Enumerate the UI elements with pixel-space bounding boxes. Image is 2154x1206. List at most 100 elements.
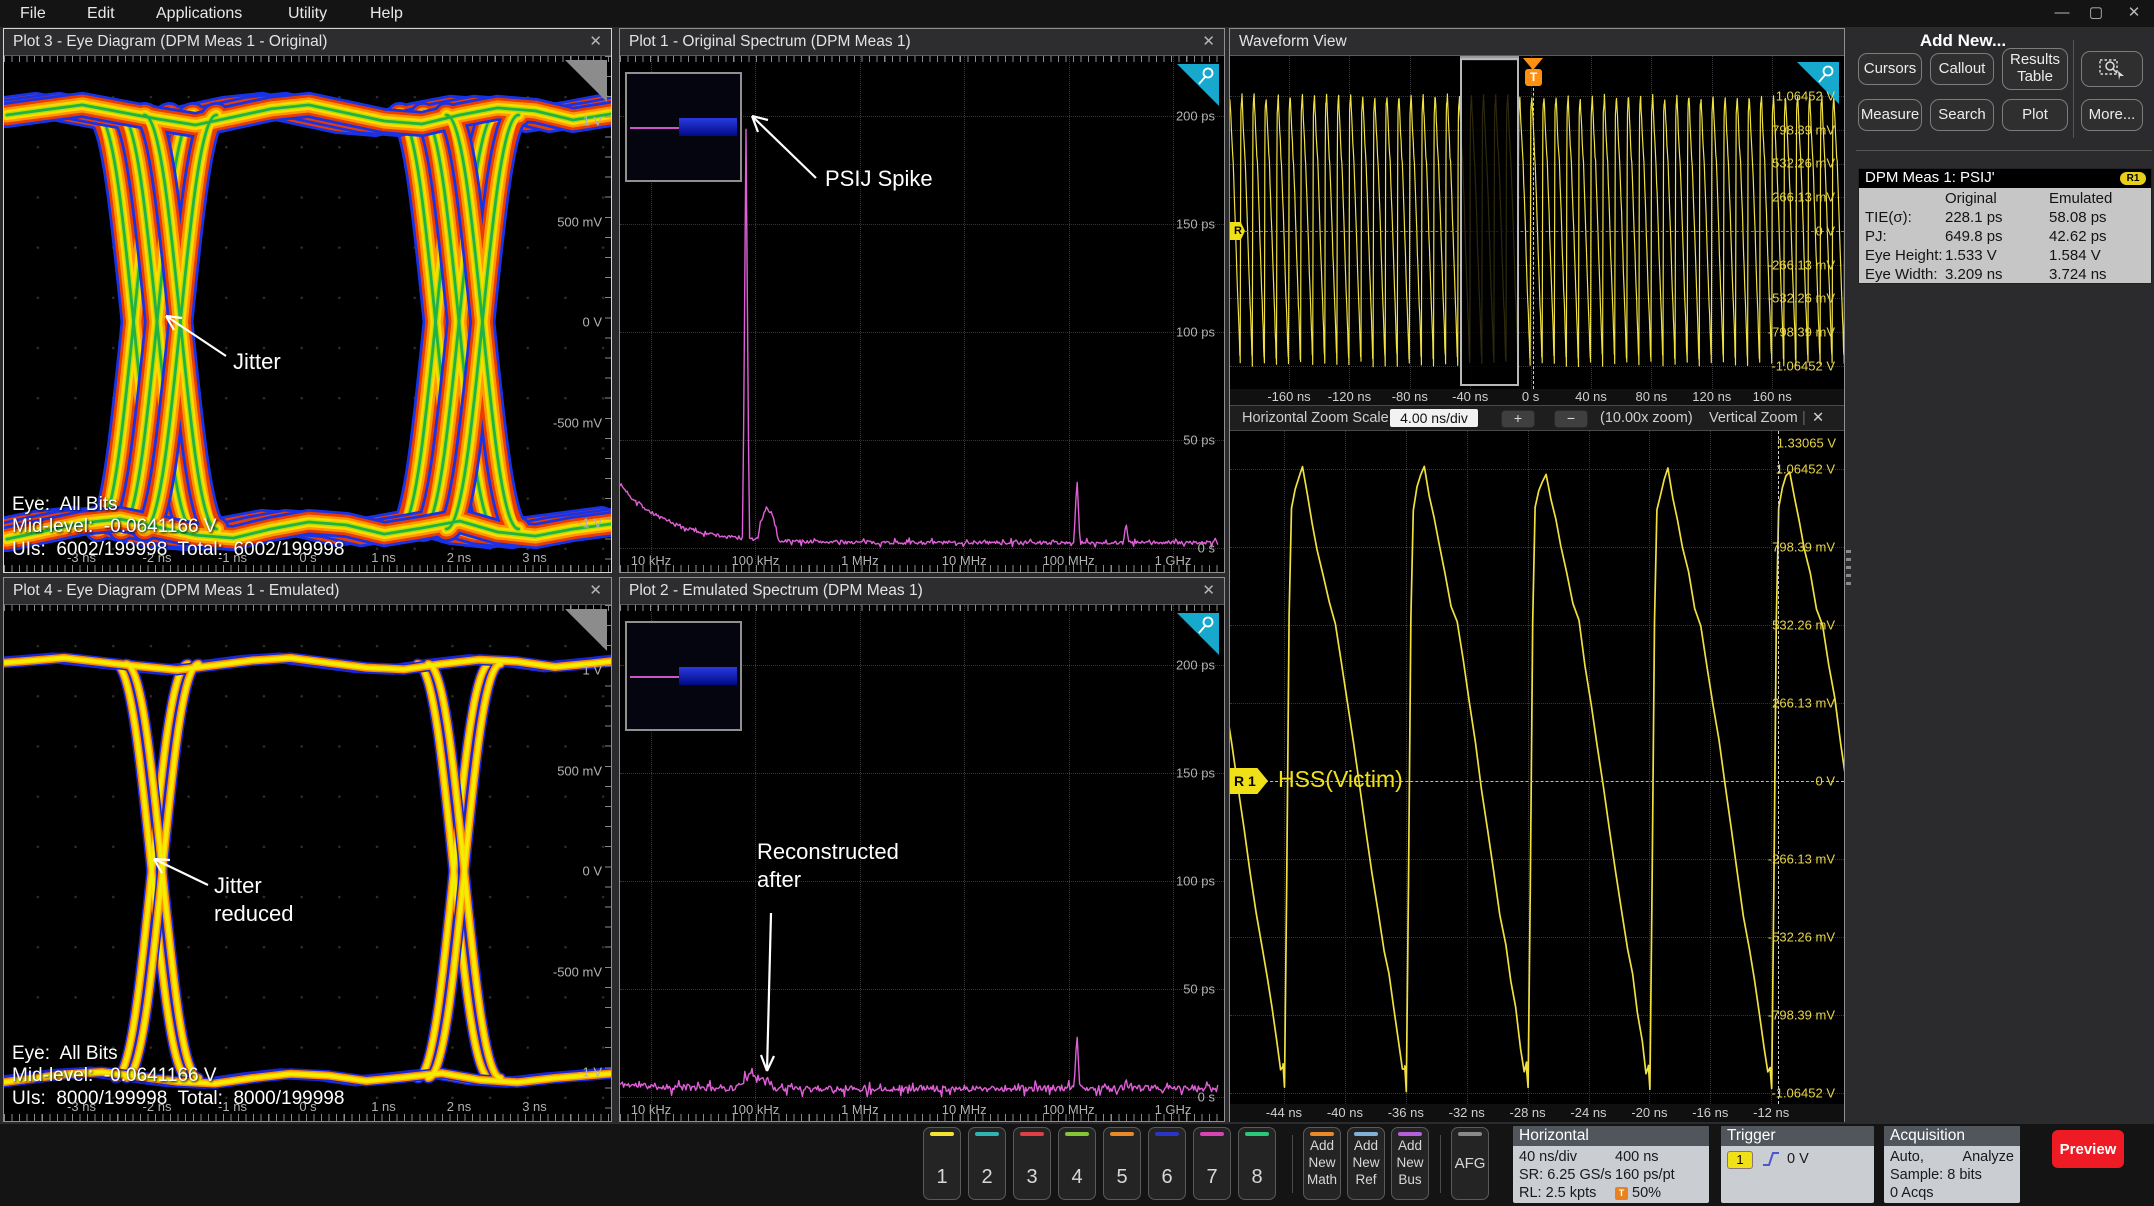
axis-tick-label: 1 ns <box>371 1099 396 1114</box>
menu-help[interactable]: Help <box>370 0 403 27</box>
zoom-out-button[interactable]: − <box>1554 410 1588 428</box>
add-cursors-button[interactable]: Cursors <box>1858 53 1922 85</box>
waveform-view-title-bar[interactable]: Waveform View <box>1230 29 1844 56</box>
plot1-close-icon[interactable]: ✕ <box>1202 29 1215 55</box>
axis-tick-label: 120 ns <box>1692 389 1731 404</box>
tick-comb <box>620 565 1224 572</box>
zoom-close-icon[interactable]: ✕ <box>1812 409 1824 427</box>
axis-tick-label: 10 kHz <box>631 1102 671 1117</box>
channel-7-button[interactable]: 7 <box>1193 1127 1231 1200</box>
col-header-original: Original <box>1945 189 1997 208</box>
channel-color-bar <box>1020 1132 1044 1136</box>
magnifier-icon <box>1195 67 1215 87</box>
axis-tick-label: -44 ns <box>1266 1105 1302 1120</box>
axis-tick-label: 0 V <box>1815 774 1835 789</box>
zoom-scale-input[interactable]: 4.00 ns/div <box>1390 409 1478 427</box>
axis-tick-label: 100 kHz <box>732 1102 780 1117</box>
axis-tick-label: -500 mV <box>553 964 602 979</box>
trigger-position: T 50% <box>1615 1185 1661 1201</box>
spectrum-thumbnail[interactable] <box>625 72 742 182</box>
menu-edit[interactable]: Edit <box>87 0 115 27</box>
waveform-overview[interactable]: T R 1.06452 V798.39 mV532.26 mV266.13 mV… <box>1230 56 1844 389</box>
channel-4-button[interactable]: 4 <box>1058 1127 1096 1200</box>
plot3-close-icon[interactable]: ✕ <box>589 29 602 55</box>
channel-8-button[interactable]: 8 <box>1238 1127 1276 1200</box>
eye-info-line: UIs: 8000/199998 Total: 8000/199998 <box>12 1088 344 1110</box>
preview-button[interactable]: Preview <box>2052 1130 2124 1168</box>
acquisition-analyze: Analyze <box>1962 1149 2014 1165</box>
add-plot-button[interactable]: Plot <box>2002 99 2068 131</box>
add-callout-button[interactable]: Callout <box>1930 53 1994 85</box>
channel-3-button[interactable]: 3 <box>1013 1127 1051 1200</box>
afg-button[interactable]: AFG <box>1451 1127 1489 1200</box>
divider <box>1856 150 2152 151</box>
add-new-ref-button[interactable]: Add New Ref <box>1347 1127 1385 1200</box>
channel-color-bar <box>1155 1132 1179 1136</box>
add-new-math-button[interactable]: Add New Math <box>1303 1127 1341 1200</box>
trigger-marker-icon[interactable]: T <box>1525 69 1542 86</box>
close-icon[interactable]: ✕ <box>2124 0 2144 27</box>
spectrum-thumbnail[interactable] <box>625 621 742 731</box>
zoom-select-button[interactable] <box>2081 51 2143 87</box>
plot4-close-icon[interactable]: ✕ <box>589 578 602 604</box>
channel-6-button[interactable]: 6 <box>1148 1127 1186 1200</box>
dpm-results-table[interactable]: DPM Meas 1: PSIJ' R1 Original Emulated T… <box>1858 168 2152 284</box>
zoom-window-selector[interactable] <box>1460 58 1519 386</box>
axis-tick-label: 150 ps <box>1176 217 1215 232</box>
plot3-title-bar[interactable]: Plot 3 - Eye Diagram (DPM Meas 1 - Origi… <box>4 29 611 56</box>
zoom-factor-label: (10.00x zoom) <box>1600 409 1693 427</box>
channel-color-bar <box>1065 1132 1089 1136</box>
acquisition-sample: Sample: 8 bits <box>1890 1167 1982 1183</box>
axis-tick-label: 0 s <box>1198 541 1215 556</box>
menu-applications[interactable]: Applications <box>156 0 242 27</box>
plot2-close-icon[interactable]: ✕ <box>1202 578 1215 604</box>
tick-comb <box>605 605 611 1121</box>
axis-tick-label: -798.39 mV <box>1768 324 1835 339</box>
axis-tick-label: -28 ns <box>1510 1105 1546 1120</box>
menu-bar: File Edit Applications Utility Help — ▢ … <box>0 0 2154 27</box>
menu-file[interactable]: File <box>20 0 46 27</box>
results-table-title-bar: DPM Meas 1: PSIJ' R1 <box>1859 169 2151 188</box>
tick-comb <box>620 605 1224 611</box>
horizontal-settings-panel[interactable]: Horizontal 40 ns/div 400 ns SR: 6.25 GS/… <box>1513 1126 1709 1203</box>
channel-2-button[interactable]: 2 <box>968 1127 1006 1200</box>
jitter-annotation: Jitter <box>233 349 281 375</box>
add-new-bus-button[interactable]: Add New Bus <box>1391 1127 1429 1200</box>
axis-tick-label: 3 ns <box>522 550 547 565</box>
minimize-icon[interactable]: — <box>2052 0 2072 27</box>
axis-tick-label: -32 ns <box>1449 1105 1485 1120</box>
plot1-title-bar[interactable]: Plot 1 - Original Spectrum (DPM Meas 1) <box>620 29 1224 56</box>
trigger-settings-panel[interactable]: Trigger 1 0 V <box>1721 1126 1874 1203</box>
acquisition-settings-panel[interactable]: Acquisition Auto, Analyze Sample: 8 bits… <box>1884 1126 2020 1203</box>
zoom-in-button[interactable]: + <box>1501 410 1535 428</box>
trigger-level: 0 V <box>1787 1151 1809 1167</box>
zoom-corner-icon[interactable] <box>565 609 607 651</box>
channel-5-button[interactable]: 5 <box>1103 1127 1141 1200</box>
plot2-title-bar[interactable]: Plot 2 - Emulated Spectrum (DPM Meas 1) <box>620 578 1224 605</box>
axis-tick-label: 160 ns <box>1753 389 1792 404</box>
add-search-button[interactable]: Search <box>1930 99 1994 131</box>
add-measure-button[interactable]: Measure <box>1858 99 1922 131</box>
panel-splitter-handle[interactable] <box>1846 550 1851 586</box>
plot4-title-bar[interactable]: Plot 4 - Eye Diagram (DPM Meas 1 - Emula… <box>4 578 611 605</box>
zoom-corner-icon[interactable] <box>565 60 607 102</box>
zoom-controls-bar: Horizontal Zoom Scale 4.00 ns/div + − (1… <box>1230 405 1844 431</box>
axis-tick-label: 50 ps <box>1183 982 1215 997</box>
add-results-table-button[interactable]: Results Table <box>2002 48 2068 90</box>
channel-1-button[interactable]: 1 <box>923 1127 961 1200</box>
waveform-zoomed[interactable]: R 1 HSS(Victim) 1.33065 V 1.06452 V798.3… <box>1230 431 1844 1104</box>
axis-tick-label: -16 ns <box>1692 1105 1728 1120</box>
tick-comb <box>605 56 611 572</box>
more-button[interactable]: More... <box>2081 99 2143 131</box>
axis-tick-label: -1.06452 V <box>1771 1086 1835 1101</box>
eye-info-line: Mid-level: -0.0641166 V <box>12 1065 217 1087</box>
vertical-zoom-button[interactable]: Vertical Zoom <box>1709 409 1798 427</box>
maximize-icon[interactable]: ▢ <box>2086 0 2106 27</box>
rising-edge-icon <box>1761 1150 1781 1168</box>
reconstructed-annotation-line1: Reconstructed <box>757 839 899 865</box>
axis-tick-label: 0 V <box>582 315 602 330</box>
overview-x-axis: -160 ns-120 ns-80 ns-40 ns0 s40 ns80 ns1… <box>1230 389 1844 405</box>
plot2-spectrum-canvas: Reconstructed after 10 kHz100 kHz1 MHz10… <box>620 605 1224 1121</box>
axis-tick-label: -1 V <box>578 1065 602 1080</box>
menu-utility[interactable]: Utility <box>288 0 327 27</box>
